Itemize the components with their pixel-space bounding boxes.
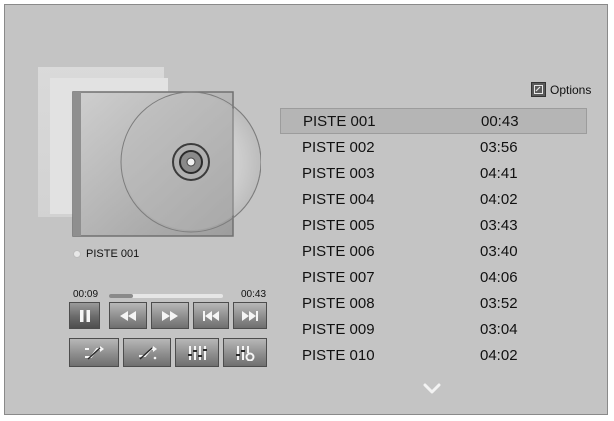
- rewind-icon: [120, 310, 136, 321]
- now-playing-title: PISTE 001: [86, 248, 140, 260]
- rewind-button[interactable]: [109, 302, 147, 329]
- options-icon: [531, 82, 546, 97]
- elapsed-time: 00:09: [73, 289, 99, 300]
- skip-next-icon: [242, 310, 258, 321]
- options-button[interactable]: Options: [531, 82, 591, 97]
- shuffle-icon: [85, 345, 104, 360]
- track-title: PISTE 006: [302, 242, 375, 260]
- album-art-cd-icon: [72, 91, 261, 237]
- track-title: PISTE 001: [303, 112, 376, 130]
- track-row[interactable]: PISTE 009 03:04: [280, 316, 587, 342]
- track-duration: 03:40: [480, 242, 518, 260]
- equalizer-button[interactable]: [175, 338, 219, 367]
- track-duration: 03:04: [480, 320, 518, 338]
- track-row[interactable]: PISTE 005 03:43: [280, 212, 587, 238]
- track-row[interactable]: PISTE 010 04:02: [280, 342, 587, 368]
- track-list: PISTE 001 00:43 PISTE 002 03:56 PISTE 003 04:…: [280, 108, 587, 368]
- track-title: PISTE 009: [302, 320, 375, 338]
- skip-previous-button[interactable]: [193, 302, 229, 329]
- track-row[interactable]: PISTE 004 04:02: [280, 186, 587, 212]
- now-playing-caption: PISTE 001: [73, 248, 139, 260]
- track-duration: 04:41: [480, 164, 518, 182]
- track-title: PISTE 007: [302, 268, 375, 286]
- track-title: PISTE 005: [302, 216, 375, 234]
- track-row[interactable]: PISTE 006 03:40: [280, 238, 587, 264]
- skip-previous-icon: [203, 310, 219, 321]
- total-time: 00:43: [241, 289, 267, 300]
- fast-forward-icon: [162, 310, 178, 321]
- progress-fill: [109, 294, 133, 298]
- track-title: PISTE 004: [302, 190, 375, 208]
- equalizer-settings-button[interactable]: [223, 338, 267, 367]
- repeat-button[interactable]: [123, 338, 171, 367]
- equalizer-icon: [188, 345, 207, 360]
- track-title: PISTE 003: [302, 164, 375, 182]
- track-title: PISTE 002: [302, 138, 375, 156]
- track-duration: 00:43: [481, 112, 519, 130]
- pause-icon: [79, 309, 90, 322]
- repeat-icon: [139, 345, 157, 360]
- skip-next-button[interactable]: [233, 302, 267, 329]
- track-duration: 04:02: [480, 190, 518, 208]
- track-title: PISTE 008: [302, 294, 375, 312]
- track-duration: 04:06: [480, 268, 518, 286]
- track-title: PISTE 010: [302, 346, 375, 364]
- track-row[interactable]: PISTE 007 04:06: [280, 264, 587, 290]
- track-row[interactable]: PISTE 008 03:52: [280, 290, 587, 316]
- track-row[interactable]: PISTE 002 03:56: [280, 134, 587, 160]
- progress-bar[interactable]: [109, 294, 223, 298]
- media-player-screen: PISTE 001 00:09 00:43 Options PISTE 001 …: [4, 4, 608, 415]
- pause-button[interactable]: [69, 302, 100, 329]
- track-row[interactable]: PISTE 001 00:43: [280, 108, 587, 134]
- track-duration: 03:52: [480, 294, 518, 312]
- shuffle-button[interactable]: [69, 338, 119, 367]
- track-duration: 04:02: [480, 346, 518, 364]
- track-row[interactable]: PISTE 003 04:41: [280, 160, 587, 186]
- equalizer-settings-icon: [236, 345, 255, 361]
- chevron-down-icon[interactable]: [423, 383, 441, 394]
- fast-forward-button[interactable]: [151, 302, 189, 329]
- options-label: Options: [550, 82, 592, 97]
- bullet-icon: [73, 250, 81, 258]
- track-duration: 03:56: [480, 138, 518, 156]
- track-duration: 03:43: [480, 216, 518, 234]
